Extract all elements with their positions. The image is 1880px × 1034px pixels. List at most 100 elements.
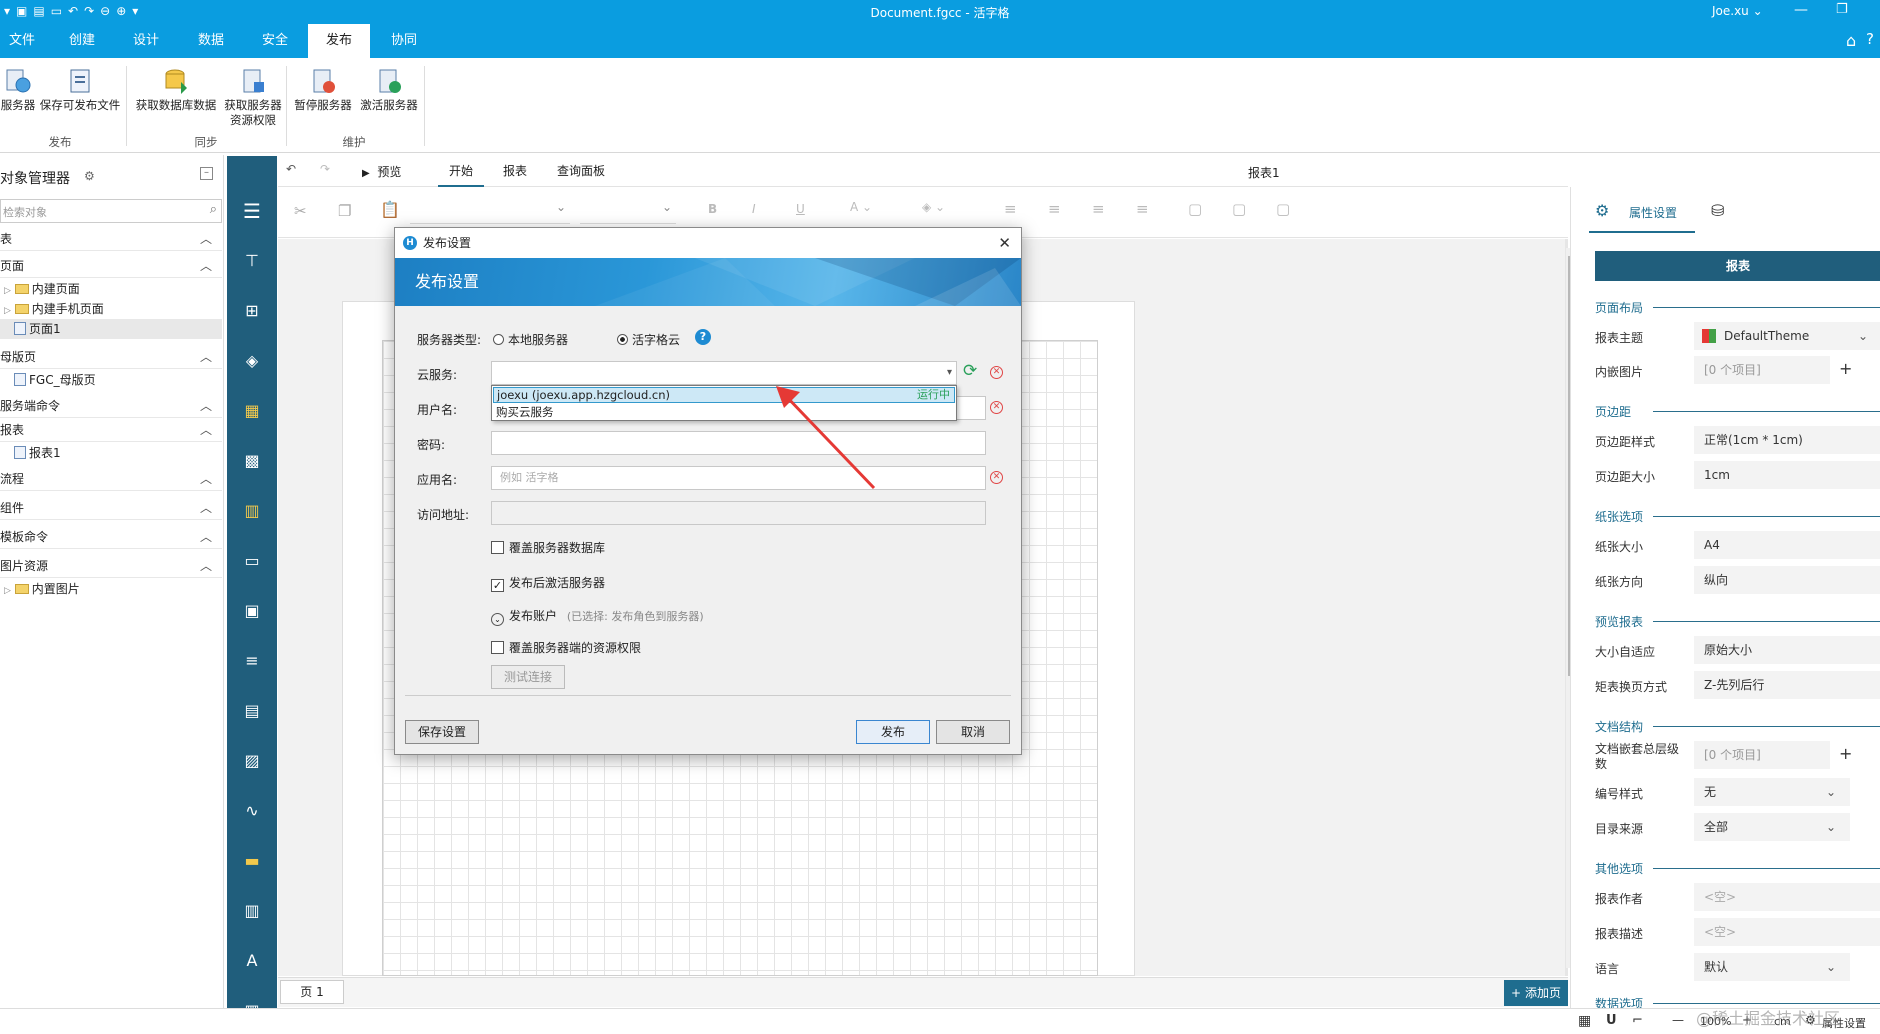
layers-icon[interactable]: ◈	[241, 350, 263, 372]
page-tab-1[interactable]: 页 1	[280, 980, 344, 1004]
publish-button[interactable]: 发布	[856, 720, 930, 744]
form-icon[interactable]: ▤	[241, 700, 263, 722]
add-nest-level-button[interactable]: +	[1839, 744, 1852, 763]
publish-account-toggle[interactable]: ⌄ 发布账户 (已选择: 发布角色到服务器)	[491, 608, 704, 626]
minimize-icon[interactable]: —	[1794, 2, 1808, 18]
numbering-select[interactable]: 无 ⌄	[1694, 778, 1850, 806]
textbox-icon[interactable]: ▭	[241, 550, 263, 572]
ruler-icon[interactable]: ⌐	[1632, 1013, 1643, 1028]
activate-server-button[interactable]: 激活服务器	[356, 68, 422, 113]
sparkline-icon[interactable]: ∿	[241, 800, 263, 822]
bullet-icon[interactable]: ▬	[241, 850, 263, 872]
theme-select[interactable]: DefaultTheme ⌄	[1694, 322, 1880, 350]
chart-icon[interactable]: ▥	[241, 500, 263, 522]
subreport-icon[interactable]: ▨	[241, 750, 263, 772]
hamburger-menu-icon[interactable]: ☰	[241, 200, 263, 222]
border-middle-icon[interactable]: ▢	[1232, 200, 1246, 218]
embed-image-value[interactable]: [0 个项目]	[1694, 356, 1830, 384]
tree-item-builtin-page[interactable]: ▷ 内建页面	[4, 279, 80, 299]
tab-start[interactable]: 开始	[438, 155, 484, 187]
preview-button[interactable]: ▶ 预览	[362, 163, 401, 180]
language-select[interactable]: 默认 ⌄	[1694, 953, 1850, 981]
tab-create[interactable]: 创建	[60, 24, 104, 58]
border-top-icon[interactable]: ▢	[1188, 200, 1202, 218]
hierarchy-icon[interactable]: ⊤	[241, 250, 263, 272]
app-name-input[interactable]: 例如 活字格	[491, 466, 986, 490]
align-right-icon[interactable]: ≡	[1092, 200, 1105, 218]
pause-server-button[interactable]: 暂停服务器	[290, 68, 356, 113]
home-icon[interactable]: ⌂	[1846, 31, 1856, 50]
grid-toggle-icon[interactable]: ▦	[1578, 1013, 1591, 1029]
border-bottom-icon[interactable]: ▢	[1276, 200, 1290, 218]
align-center-icon[interactable]: ≡	[1048, 200, 1061, 218]
bold-icon[interactable]: B	[708, 202, 717, 216]
richtext-icon[interactable]: A	[241, 950, 263, 972]
section-table[interactable]: 表 ︿	[0, 227, 222, 251]
gear-icon[interactable]: ⚙	[84, 169, 95, 183]
gear-icon[interactable]: ⚙	[1595, 201, 1609, 220]
tree-item-master1[interactable]: FGC_母版页	[14, 370, 96, 390]
matrix-icon[interactable]: ▩	[241, 450, 263, 472]
list-icon[interactable]: ≡	[241, 650, 263, 672]
underline-icon[interactable]: U	[796, 202, 805, 216]
section-template-cmd[interactable]: 模板命令 ︿	[0, 525, 222, 549]
tab-publish[interactable]: 发布	[308, 24, 370, 58]
barcode-icon[interactable]: ▥	[241, 900, 263, 922]
refresh-icon[interactable]: ⟳	[963, 361, 977, 381]
snap-icon[interactable]: U	[1606, 1013, 1617, 1028]
fetch-server-perm-button[interactable]: 获取服务器 资源权限	[222, 68, 284, 128]
test-connection-button[interactable]: 测试连接	[491, 665, 565, 689]
nest-level-value[interactable]: [0 个项目]	[1694, 741, 1830, 769]
author-input[interactable]: <空>	[1694, 883, 1880, 911]
collapse-icon[interactable]: –	[200, 167, 213, 180]
fill-color-icon[interactable]: ◈ ⌄	[922, 200, 945, 214]
add-embed-image-button[interactable]: +	[1839, 359, 1852, 378]
section-server-cmd[interactable]: 服务端命令 ︿	[0, 394, 222, 418]
matrix-paging-select[interactable]: Z-先列后行	[1694, 671, 1880, 699]
dropdown-option-buy-cloud[interactable]: 购买云服务	[496, 404, 554, 420]
section-flow[interactable]: 流程 ︿	[0, 467, 222, 491]
grid-plus-icon[interactable]: ⊞	[241, 300, 263, 322]
cancel-button[interactable]: 取消	[936, 720, 1010, 744]
tree-item-page1[interactable]: 页面1	[0, 319, 222, 339]
tab-report[interactable]: 报表	[492, 155, 538, 187]
tab-query-panel[interactable]: 查询面板	[546, 155, 616, 187]
search-object-input[interactable]: 检索对象 ⌕	[0, 199, 222, 223]
undo-icon[interactable]: ↶	[286, 162, 296, 176]
help-icon[interactable]: ?	[1866, 30, 1874, 48]
publish-server-button[interactable]: 服务器	[0, 68, 36, 113]
tab-collab[interactable]: 协同	[382, 24, 426, 58]
zoom-out-button[interactable]: —	[1672, 1013, 1684, 1027]
save-publish-file-button[interactable]: 保存可发布文件	[38, 68, 122, 113]
activate-after-publish-checkbox[interactable]: ✓ 发布后激活服务器	[491, 575, 605, 592]
database-icon[interactable]: ⛁	[1711, 201, 1724, 220]
section-component[interactable]: 组件 ︿	[0, 496, 222, 520]
close-icon[interactable]: ✕	[998, 228, 1011, 258]
paper-direction-select[interactable]: 纵向	[1694, 566, 1880, 594]
section-page[interactable]: 页面 ︿	[0, 254, 222, 278]
image-icon[interactable]: ▣	[241, 600, 263, 622]
tree-item-builtin-image[interactable]: ▷ 内置图片	[4, 579, 80, 599]
tab-design[interactable]: 设计	[124, 24, 168, 58]
font-family-select[interactable]: ⌄	[410, 198, 570, 224]
fetch-db-data-button[interactable]: 获取数据库数据	[132, 68, 220, 113]
section-image-res[interactable]: 图片资源 ︿	[0, 554, 222, 578]
overwrite-db-checkbox[interactable]: 覆盖服务器数据库	[491, 540, 605, 556]
tab-data[interactable]: 数据	[189, 24, 233, 58]
margin-style-select[interactable]: 正常(1cm * 1cm)	[1694, 426, 1880, 454]
add-page-button[interactable]: + 添加页	[1504, 980, 1568, 1006]
paper-size-select[interactable]: A4	[1694, 531, 1880, 559]
overwrite-perm-checkbox[interactable]: 覆盖服务器端的资源权限	[491, 640, 641, 656]
radio-cloud-server[interactable]: 活字格云	[617, 331, 680, 348]
cut-icon[interactable]: ✂	[294, 202, 307, 220]
help-icon[interactable]: ?	[695, 329, 711, 345]
tree-item-builtin-mobile[interactable]: ▷ 内建手机页面	[4, 299, 104, 319]
copy-icon[interactable]: ❐	[338, 202, 351, 220]
radio-local-server[interactable]: 本地服务器	[493, 331, 568, 348]
toc-source-select[interactable]: 全部 ⌄	[1694, 813, 1850, 841]
align-left-icon[interactable]: ≡	[1004, 200, 1017, 218]
password-input[interactable]	[491, 431, 986, 455]
tab-security[interactable]: 安全	[253, 24, 297, 58]
font-size-select[interactable]: ⌄	[580, 198, 676, 224]
section-report[interactable]: 报表 ︿	[0, 418, 222, 442]
